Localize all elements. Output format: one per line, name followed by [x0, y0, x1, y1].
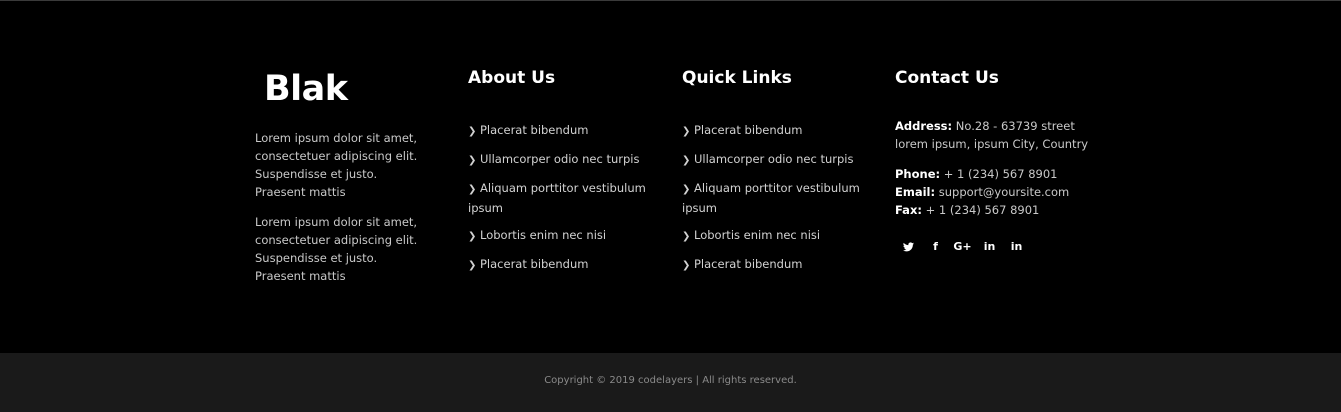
- brand-description: Lorem ipsum dolor sit amet, consectetuer…: [255, 131, 418, 199]
- copyright-bar: Copyright © 2019 codelayers | All rights…: [0, 353, 1341, 412]
- fax-label: Fax:: [895, 203, 922, 217]
- brand-description: Lorem ipsum dolor sit amet, consectetuer…: [255, 215, 418, 283]
- fax-value: + 1 (234) 567 8901: [925, 203, 1040, 217]
- link-label: Ullamcorper odio nec turpis: [694, 152, 854, 166]
- link-label: Ullamcorper odio nec turpis: [480, 152, 640, 166]
- copyright-text: Copyright © 2019 codelayers | All rights…: [544, 375, 797, 386]
- link-label: Placerat bibendum: [480, 257, 589, 271]
- quick-link[interactable]: ❯ Placerat bibendum: [682, 255, 867, 275]
- facebook-icon[interactable]: f: [922, 237, 949, 257]
- about-link[interactable]: ❯ Aliquam porttitor vestibulum ipsum: [468, 179, 653, 217]
- about-heading: About Us: [468, 68, 556, 88]
- link-label: Lobortis enim nec nisi: [480, 228, 607, 242]
- quick-link[interactable]: ❯ Placerat bibendum: [682, 121, 867, 141]
- quick-link[interactable]: ❯ Ullamcorper odio nec turpis: [682, 150, 867, 170]
- about-link-list: ❯ Placerat bibendum ❯ Ullamcorper odio nec…: [468, 121, 653, 284]
- phone-label: Phone:: [895, 167, 941, 181]
- chevron-right-icon: ❯: [682, 184, 691, 195]
- contact-heading: Contact Us: [895, 68, 999, 88]
- chevron-right-icon: ❯: [468, 184, 477, 195]
- chevron-right-icon: ❯: [468, 126, 477, 137]
- quick-link[interactable]: ❯ Aliquam porttitor vestibulum ipsum: [682, 179, 867, 217]
- link-label: Placerat bibendum: [694, 257, 803, 271]
- chevron-right-icon: ❯: [468, 155, 477, 166]
- address-label: Address:: [895, 119, 953, 133]
- link-label: Aliquam porttitor vestibulum ipsum: [682, 181, 860, 215]
- chevron-right-icon: ❯: [682, 126, 691, 137]
- about-link[interactable]: ❯ Placerat bibendum: [468, 255, 653, 275]
- site-logo[interactable]: Blak: [264, 65, 348, 113]
- contact-email: Email: support@yoursite.com: [895, 183, 1069, 201]
- chevron-right-icon: ❯: [468, 231, 477, 242]
- twitter-icon[interactable]: [895, 237, 922, 257]
- social-links: f G+ in in: [895, 237, 1030, 257]
- contact-fax: Fax: + 1 (234) 567 8901: [895, 201, 1069, 219]
- about-link[interactable]: ❯ Placerat bibendum: [468, 121, 653, 141]
- link-label: Aliquam porttitor vestibulum ipsum: [468, 181, 646, 215]
- phone-value[interactable]: + 1 (234) 567 8901: [944, 167, 1058, 181]
- linkedin-icon[interactable]: in: [1003, 237, 1030, 257]
- linkedin-icon[interactable]: in: [976, 237, 1003, 257]
- about-link[interactable]: ❯ Lobortis enim nec nisi: [468, 226, 653, 246]
- chevron-right-icon: ❯: [468, 260, 477, 271]
- contact-address: Address: No.28 - 63739 street lorem ipsu…: [895, 117, 1095, 153]
- contact-phone: Phone: + 1 (234) 567 8901: [895, 165, 1069, 183]
- contact-details: Phone: + 1 (234) 567 8901 Email: support…: [895, 165, 1069, 219]
- link-label: Lobortis enim nec nisi: [694, 228, 821, 242]
- footer: Blak Lorem ipsum dolor sit amet, consect…: [0, 1, 1341, 353]
- quick-links-heading: Quick Links: [682, 68, 792, 88]
- link-label: Placerat bibendum: [480, 123, 589, 137]
- google-plus-icon[interactable]: G+: [949, 237, 976, 257]
- quick-link-list: ❯ Placerat bibendum ❯ Ullamcorper odio nec…: [682, 121, 867, 284]
- chevron-right-icon: ❯: [682, 231, 691, 242]
- quick-link[interactable]: ❯ Lobortis enim nec nisi: [682, 226, 867, 246]
- email-label: Email:: [895, 185, 936, 199]
- link-label: Placerat bibendum: [694, 123, 803, 137]
- chevron-right-icon: ❯: [682, 260, 691, 271]
- chevron-right-icon: ❯: [682, 155, 691, 166]
- about-link[interactable]: ❯ Ullamcorper odio nec turpis: [468, 150, 653, 170]
- email-value[interactable]: support@yoursite.com: [939, 185, 1070, 199]
